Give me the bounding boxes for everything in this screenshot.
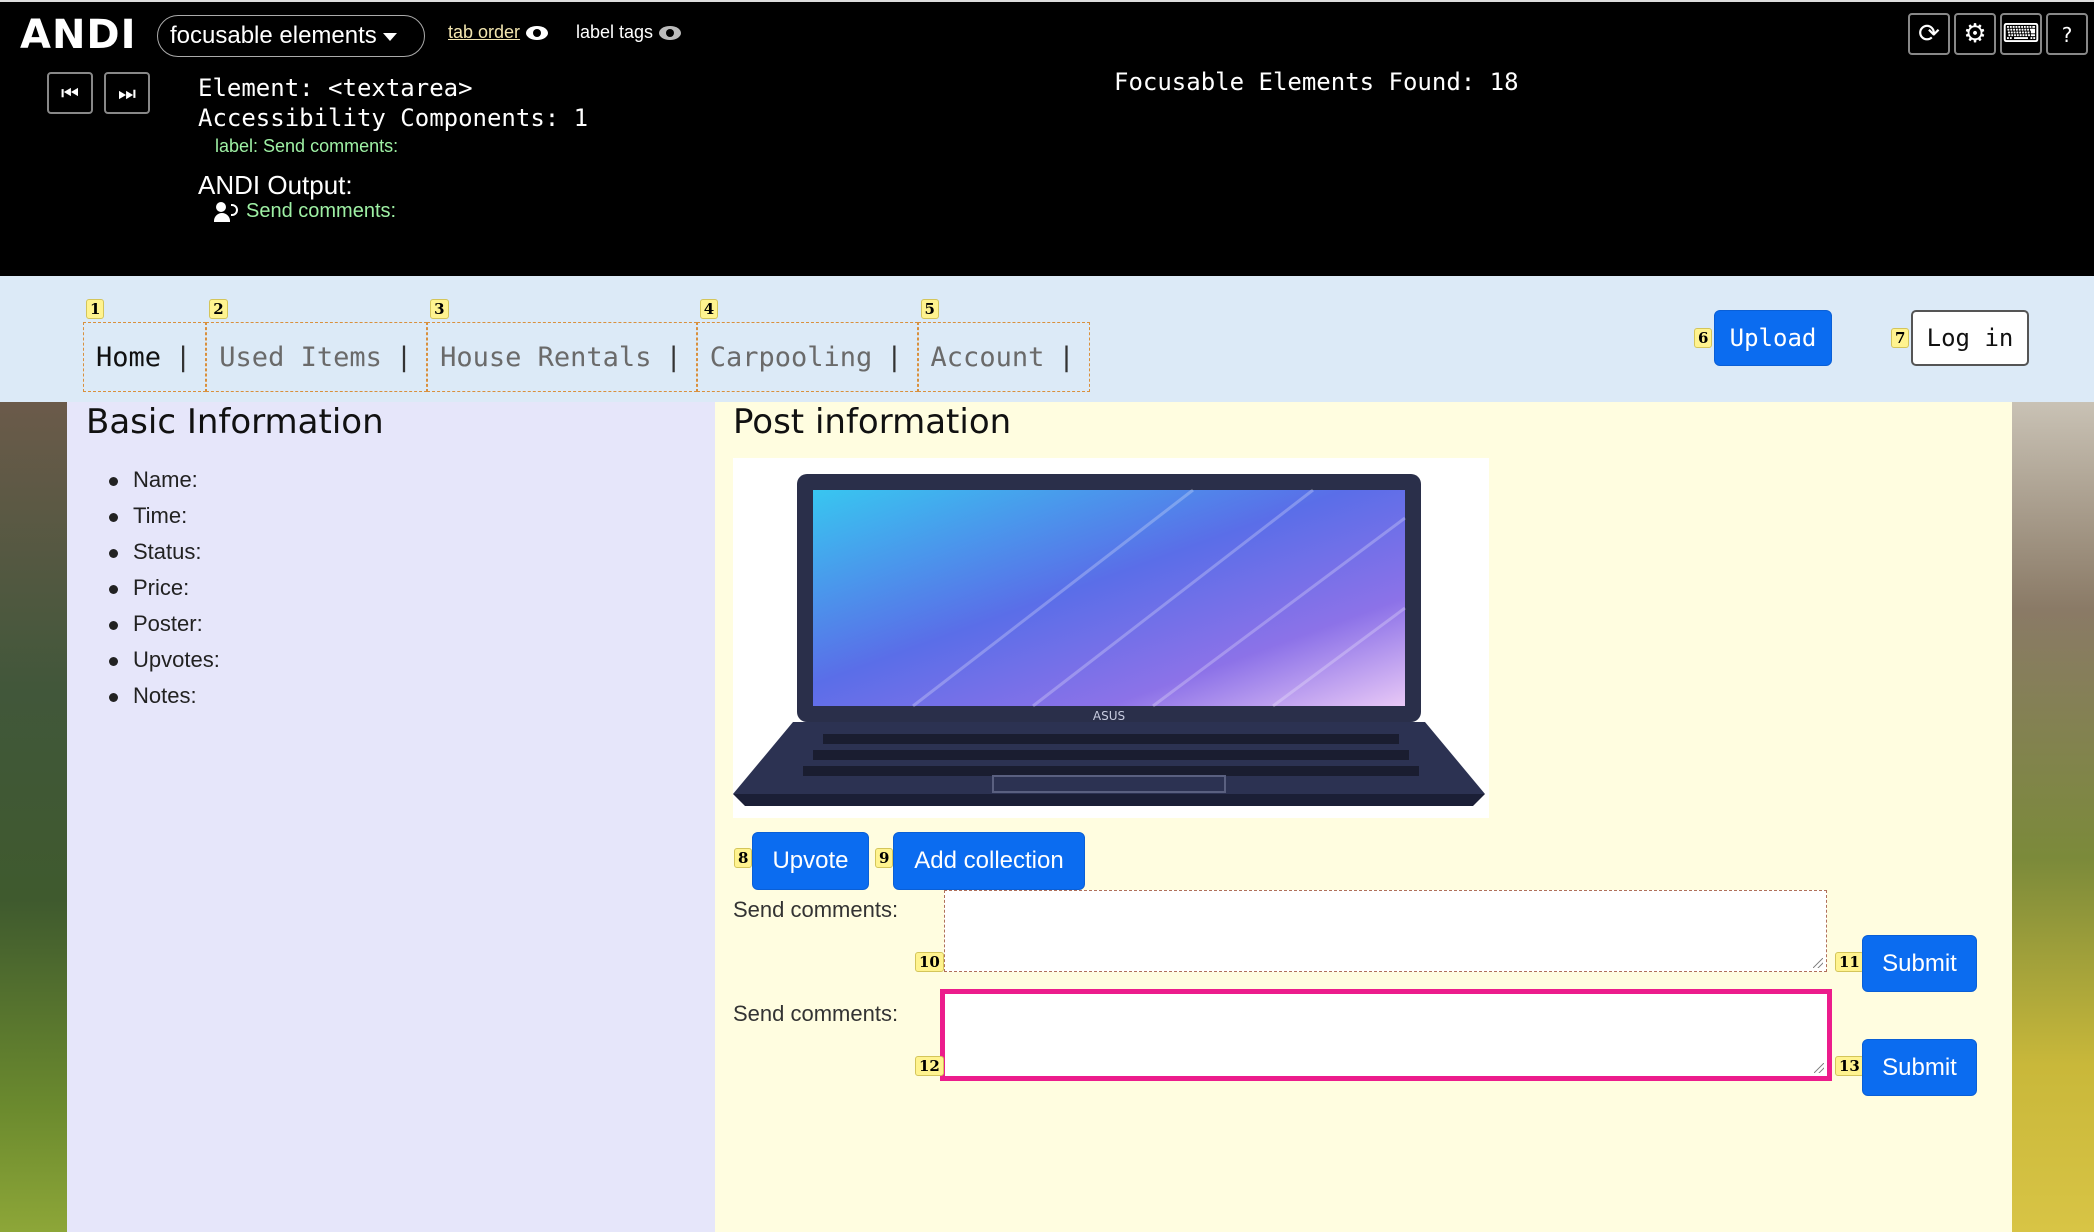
upvote-button[interactable]: Upvote: [752, 832, 869, 890]
post-info-title: Post information: [733, 402, 1012, 442]
andi-toolbar: ANDI focusable elements tab order label …: [0, 0, 2094, 276]
submit-button[interactable]: Submit: [1862, 935, 1977, 992]
list-item: Status:: [109, 534, 220, 570]
menu-item-used-items[interactable]: 2 Used Items |: [206, 299, 428, 392]
menu-separator: |: [665, 341, 682, 373]
tab-order-badge: 11: [1835, 952, 1864, 972]
menu-separator: |: [175, 341, 192, 373]
menu-item-account[interactable]: 5 Account |: [917, 299, 1090, 392]
tab-order-toggle[interactable]: tab order: [448, 22, 549, 43]
basic-info-list: Name: Time: Status: Price: Poster: Upvot…: [109, 462, 220, 714]
tab-order-label: tab order: [448, 22, 521, 42]
refresh-button[interactable]: ⟳: [1908, 13, 1950, 55]
menu-item-label: House Rentals: [440, 341, 652, 373]
menu-item-home[interactable]: 1 Home |: [83, 299, 207, 392]
help-button[interactable]: ?: [2046, 13, 2088, 55]
settings-button[interactable]: ⚙: [1954, 13, 1996, 55]
keyboard-button[interactable]: ⌨: [2000, 13, 2042, 55]
resize-handle-icon[interactable]: [1814, 1063, 1824, 1073]
top-navigation: 1 Home | 2 Used Items | 3 House Rentals | 4…: [0, 276, 2094, 402]
speaker-icon: [214, 201, 238, 222]
list-item: Name:: [109, 462, 220, 498]
chevron-down-icon: [382, 32, 397, 41]
tab-order-badge: 8: [734, 848, 753, 868]
list-item: Price:: [109, 570, 220, 606]
post-info-panel: Post information ASUS 8 Upvote 9 Add col…: [715, 402, 2012, 1232]
add-collection-button[interactable]: Add collection: [893, 832, 1085, 890]
tab-order-badge: 12: [915, 1056, 944, 1076]
label-tags-toggle[interactable]: label tags: [576, 22, 682, 43]
resize-handle-icon[interactable]: [1813, 958, 1823, 968]
basic-info-title: Basic Information: [86, 402, 384, 442]
comment-label: Send comments:: [733, 1001, 899, 1026]
refresh-icon: ⟳: [1918, 19, 1940, 49]
menu-item-label: Account: [930, 341, 1045, 373]
skip-back-icon: ⏮: [61, 81, 79, 105]
output-title: ANDI Output:: [198, 170, 353, 200]
skip-forward-icon: ⏭: [118, 81, 136, 105]
elements-found: Focusable Elements Found: 18: [1114, 68, 1519, 96]
main-menu: 1 Home | 2 Used Items | 3 House Rentals | 4…: [83, 299, 1090, 392]
andi-logo: ANDI: [20, 12, 137, 58]
keyboard-icon: ⌨: [2002, 19, 2040, 49]
next-element-button[interactable]: ⏭: [104, 72, 150, 114]
eye-icon: [526, 25, 549, 40]
campus-background-left: [0, 402, 67, 1232]
tab-order-badge: 3: [430, 299, 449, 319]
output-text: Send comments:: [214, 200, 396, 223]
login-button[interactable]: Log in: [1911, 310, 2029, 366]
list-item: Notes:: [109, 678, 220, 714]
help-icon: ?: [2061, 23, 2073, 47]
element-line: Element: <textarea>: [198, 74, 473, 102]
menu-separator: |: [395, 341, 413, 373]
campus-background-right: [2012, 402, 2094, 1232]
tab-order-badge: 9: [875, 848, 894, 868]
label-line: label: Send comments:: [215, 136, 399, 156]
tab-order-badge: 4: [699, 299, 719, 319]
laptop-brand-text: ASUS: [1093, 709, 1125, 723]
menu-separator: |: [886, 341, 903, 373]
menu-item-carpooling[interactable]: 4 Carpooling |: [696, 299, 918, 392]
list-item: Poster:: [109, 606, 220, 642]
upload-button[interactable]: Upload: [1714, 310, 1832, 366]
tab-order-badge: 1: [86, 299, 105, 319]
page: 1 Home | 2 Used Items | 3 House Rentals | 4…: [0, 276, 2094, 1232]
tab-order-badge: 10: [915, 952, 944, 972]
components-line: Accessibility Components: 1: [198, 104, 589, 132]
menu-item-label: Carpooling: [709, 341, 873, 373]
tab-order-badge: 2: [209, 299, 228, 319]
tab-order-badge: 13: [1835, 1056, 1864, 1076]
menu-item-label: Used Items: [219, 341, 382, 373]
comment-textarea[interactable]: [944, 890, 1827, 972]
menu-separator: |: [1058, 341, 1075, 373]
tab-order-badge: 5: [920, 299, 939, 319]
module-select[interactable]: focusable elements: [157, 15, 425, 57]
output-text-value: Send comments:: [246, 200, 397, 222]
basic-info-panel: Basic Information Name: Time: Status: Pr…: [67, 402, 715, 1232]
menu-item-house-rentals[interactable]: 3 House Rentals |: [427, 299, 697, 392]
tab-order-badge: 7: [1891, 328, 1910, 348]
tab-order-badge: 6: [1694, 328, 1713, 348]
list-item: Upvotes:: [109, 642, 220, 678]
module-select-value: focusable elements: [170, 22, 377, 49]
comment-textarea-focused[interactable]: [940, 989, 1832, 1081]
list-item: Time:: [109, 498, 220, 534]
previous-element-button[interactable]: ⏮: [47, 72, 93, 114]
label-tags-label: label tags: [576, 22, 654, 42]
comment-label: Send comments:: [733, 897, 899, 922]
submit-button[interactable]: Submit: [1862, 1039, 1977, 1096]
eye-icon: [659, 25, 682, 40]
laptop-image: ASUS: [733, 458, 1489, 818]
laptop-illustration: ASUS: [733, 474, 1485, 806]
menu-item-label: Home: [96, 341, 162, 373]
gear-icon: ⚙: [1963, 19, 1987, 49]
